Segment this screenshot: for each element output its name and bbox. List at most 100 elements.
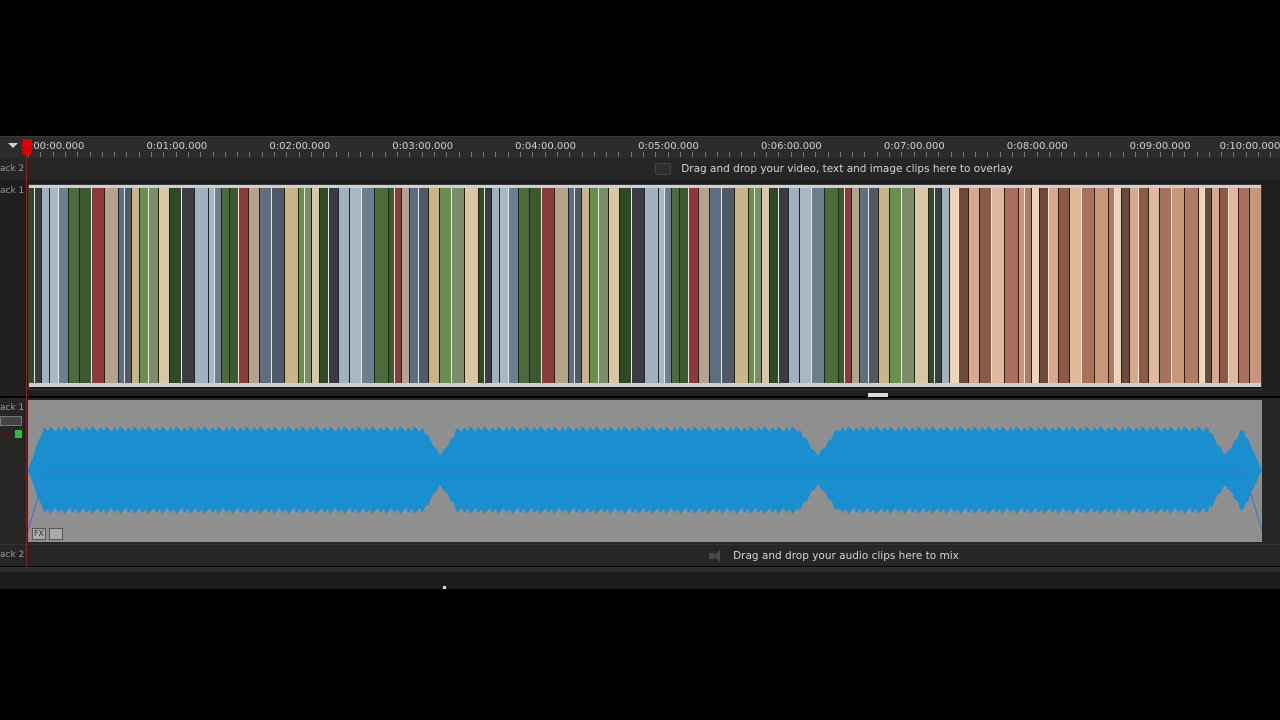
clip-boundary (1261, 187, 1262, 383)
video-overlay-drop-text: Drag and drop your video, text and image… (681, 163, 1013, 175)
video-frame-thumbnail (485, 187, 492, 383)
ruler-tick-mark (606, 152, 608, 157)
video-frame-thumbnail (935, 187, 942, 383)
video-frame-thumbnail (1220, 187, 1229, 383)
video-overlay-drop-zone[interactable]: Drag and drop your video, text and image… (28, 158, 1280, 180)
ruler-tick-label: 0:06:00.000 (760, 141, 822, 152)
ruler-tick-mark (1208, 152, 1210, 157)
ruler-tick-mark (1233, 152, 1235, 157)
ruler-tick-mark (864, 152, 866, 157)
ruler-tick-mark (520, 152, 521, 157)
ruler-tick-mark (618, 152, 620, 157)
video-frame-thumbnail (812, 187, 825, 383)
ruler-tick-mark (409, 152, 411, 157)
ruler-tick-mark (101, 152, 103, 157)
ruler-tick-mark (52, 152, 54, 157)
ruler-tick-mark (1159, 152, 1161, 157)
ruler-tick-mark (261, 152, 263, 157)
audio-track-2[interactable]: ack 2 Drag and drop your audio clips her… (0, 544, 1280, 566)
playhead-handle[interactable] (22, 139, 32, 155)
video-frame-thumbnail (1185, 187, 1199, 383)
video-frame-thumbnail (249, 187, 260, 383)
video-frame-thumbnail (590, 187, 599, 383)
ruler-tick-mark (470, 152, 472, 157)
timeline-ruler[interactable]: 0:00:00.000 0:01:00.000 0:02:00.000 0:03:00… (0, 136, 1280, 158)
audio-waveform (28, 426, 1262, 531)
ruler-tick-mark (827, 152, 829, 157)
ruler-tick-mark (544, 152, 546, 157)
video-frame-thumbnail (272, 187, 285, 383)
ruler-tick-label: 0:00:00.000 (23, 141, 85, 152)
video-frame-thumbnail (555, 187, 569, 383)
video-frame-thumbnail (869, 187, 879, 383)
video-frame-thumbnail (890, 187, 902, 383)
video-track-2[interactable]: ack 2 Drag and drop your video, text and… (0, 158, 1280, 180)
ruler-tick-mark (446, 152, 448, 157)
solo-toggle[interactable] (15, 430, 22, 438)
video-frame-thumbnail (1115, 187, 1122, 383)
video-frame-thumbnail (959, 187, 969, 383)
ruler-tick-mark (1036, 152, 1038, 157)
ruler-tick-mark (839, 152, 841, 157)
video-frame-thumbnail (1005, 187, 1019, 383)
video-frame-thumbnail (230, 187, 239, 383)
film-icon (655, 163, 672, 175)
video-frame-thumbnail (915, 187, 929, 383)
scrollbar-track[interactable] (0, 568, 1280, 572)
video-frame-thumbnail (632, 187, 645, 383)
ruler-tick-mark (212, 152, 214, 157)
ruler-tick-mark (1061, 152, 1063, 157)
video-frame-thumbnail (285, 187, 299, 383)
video-frame-thumbnail (1130, 187, 1139, 383)
waveform-shape (28, 426, 1262, 514)
ruler-tick-mark (1270, 152, 1272, 157)
ruler-tick-mark (741, 152, 743, 157)
ruler-tick-mark (77, 152, 79, 157)
video-frame-thumbnail (680, 187, 689, 383)
video-frame-thumbnail (542, 187, 555, 383)
fx-button[interactable]: FX (32, 528, 46, 540)
ruler-tick-mark (716, 152, 718, 157)
video-frame-thumbnail (260, 187, 272, 383)
video-frame-thumbnail (410, 187, 419, 383)
audio-track-1[interactable]: ack 1 FX (0, 398, 1280, 544)
video-frame-thumbnail (789, 187, 800, 383)
video-frame-thumbnail (419, 187, 429, 383)
video-frame-thumbnail (1059, 187, 1070, 383)
ruler-tick-mark (852, 152, 854, 157)
audio-clip[interactable] (28, 400, 1262, 542)
ruler-tick-label: 0:08:00.000 (1006, 141, 1068, 152)
speaker-icon (709, 550, 723, 562)
ruler-tick-mark (310, 152, 312, 157)
audio-track-2-label: ack 2 (0, 550, 25, 560)
video-frame-thumbnail (42, 187, 50, 383)
mouse-cursor (443, 586, 446, 589)
track-resize-handle[interactable] (868, 393, 888, 397)
ruler-tick-mark (224, 152, 226, 157)
mute-toggle[interactable] (4, 430, 10, 438)
track-volume-control[interactable] (0, 416, 22, 426)
video-frame-thumbnail (59, 187, 69, 383)
video-frame-thumbnail (699, 187, 710, 383)
video-frame-thumbnail (395, 187, 402, 383)
video-track-1[interactable]: ack 1 (0, 180, 1280, 396)
ruler-tick-mark (815, 152, 817, 157)
speaker-icon[interactable] (49, 528, 63, 540)
ruler-tick-mark (64, 152, 66, 157)
video-frame-thumbnail (132, 187, 140, 383)
ruler-tick-label: 0:03:00.000 (392, 141, 454, 152)
video-frame-thumbnail (672, 187, 680, 383)
video-clip-strip[interactable] (28, 184, 1262, 390)
video-frame-thumbnail (1040, 187, 1049, 383)
ruler-tick-mark (1245, 152, 1247, 157)
ruler-tick-mark (753, 152, 755, 157)
video-frame-thumbnail (350, 187, 362, 383)
ruler-tick-mark (347, 152, 349, 157)
video-frame-thumbnail (182, 187, 195, 383)
video-frame-thumbnail (429, 187, 440, 383)
video-frame-thumbnail (645, 187, 659, 383)
video-frame-thumbnail (530, 187, 542, 383)
audio-mix-drop-zone[interactable]: Drag and drop your audio clips here to m… (28, 545, 1280, 567)
ruler-tick-label: 0:01:00.000 (146, 141, 208, 152)
horizontal-scrollbar[interactable] (0, 567, 1280, 589)
